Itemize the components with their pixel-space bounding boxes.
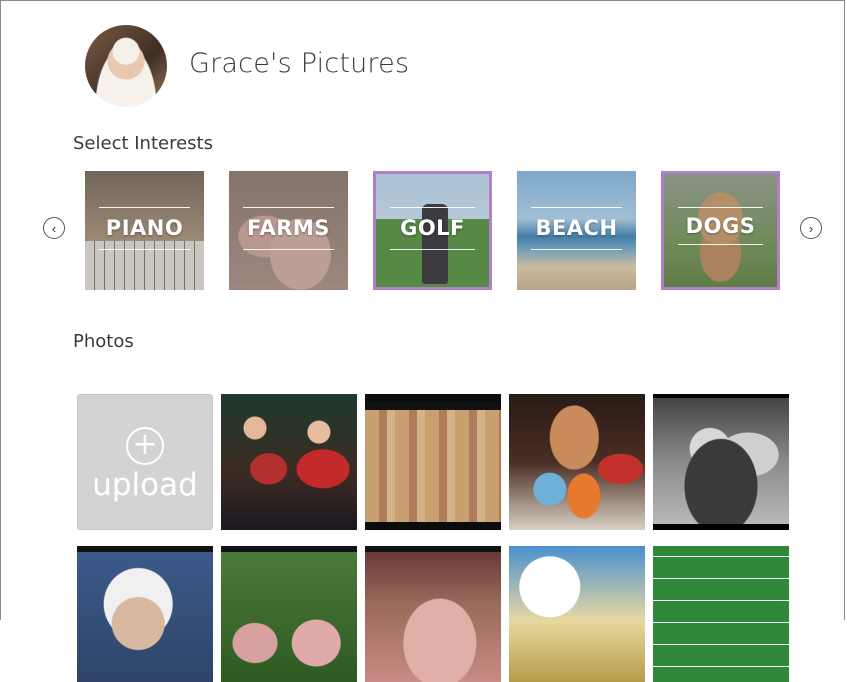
- chevron-right-icon[interactable]: ›: [800, 217, 822, 239]
- photo-thumbnail[interactable]: [365, 546, 501, 682]
- photo-thumbnail[interactable]: [653, 546, 789, 682]
- photo-thumbnail[interactable]: [221, 546, 357, 682]
- interest-label: PIANO: [105, 216, 184, 240]
- upload-label: upload: [92, 467, 198, 503]
- page-title: Grace's Pictures: [189, 48, 410, 79]
- chevron-left-icon[interactable]: ‹: [43, 217, 65, 239]
- plus-circle-icon: +: [126, 427, 164, 465]
- interest-piano[interactable]: PIANO: [85, 171, 204, 290]
- photo-thumbnail[interactable]: [509, 546, 645, 682]
- photo-thumbnail[interactable]: [653, 394, 789, 530]
- photo-thumbnail[interactable]: [509, 394, 645, 530]
- photo-thumbnail[interactable]: [221, 394, 357, 530]
- photo-thumbnail[interactable]: [365, 394, 501, 530]
- upload-button[interactable]: + upload: [77, 394, 213, 530]
- user-avatar: [85, 25, 167, 107]
- interest-label: GOLF: [400, 216, 465, 240]
- interest-beach[interactable]: BEACH: [517, 171, 636, 290]
- interest-label: BEACH: [535, 216, 618, 240]
- interest-label: FARMS: [247, 216, 330, 240]
- interests-heading: Select Interests: [73, 133, 213, 154]
- interest-dogs[interactable]: DOGS: [661, 171, 780, 290]
- interest-farms[interactable]: FARMS: [229, 171, 348, 290]
- photo-thumbnail[interactable]: [77, 546, 213, 682]
- photos-heading: Photos: [73, 331, 134, 352]
- interest-golf[interactable]: GOLF: [373, 171, 492, 290]
- interest-label: DOGS: [685, 214, 756, 238]
